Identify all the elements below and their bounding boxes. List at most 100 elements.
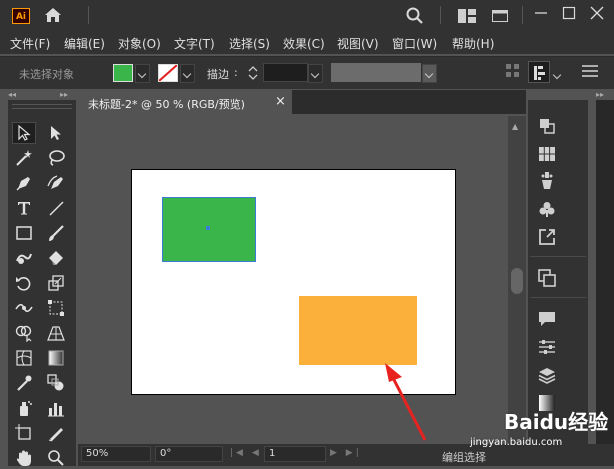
line-segment-tool-icon[interactable]: [44, 197, 68, 219]
stroke-label: 描边: [207, 68, 229, 81]
current-tool-status: 编组选择: [442, 451, 486, 464]
magic-wand-tool-icon[interactable]: [12, 147, 36, 169]
blend-tool-icon[interactable]: [44, 372, 68, 394]
dock-separator: [530, 297, 586, 298]
eraser-tool-icon[interactable]: [44, 247, 68, 269]
title-separator: [522, 6, 523, 24]
panel-menu-icon[interactable]: [582, 64, 598, 81]
scroll-up-icon[interactable]: ▲: [512, 122, 518, 131]
pathfinder-panel-icon[interactable]: [536, 115, 558, 137]
paintbrush-tool-icon[interactable]: [44, 222, 68, 244]
close-icon[interactable]: [590, 6, 604, 23]
selection-tool-icon[interactable]: [12, 122, 36, 144]
perspective-grid-tool-icon[interactable]: [44, 322, 68, 344]
profile-dropdown[interactable]: [422, 64, 437, 83]
stroke-weight-dropdown[interactable]: [308, 64, 323, 83]
green-rectangle[interactable]: [163, 198, 255, 261]
artboard-nav-next-last[interactable]: ▶ ▶|: [330, 448, 362, 458]
align-grid-icon[interactable]: [506, 64, 520, 81]
menu-effect[interactable]: 效果(C): [283, 35, 325, 52]
menu-bar: 文件(F) 编辑(E) 对象(O) 文字(T) 选择(S) 效果(C) 视图(V…: [0, 30, 614, 54]
dock-separator: [530, 256, 586, 257]
transform-panel-icon[interactable]: [528, 61, 550, 83]
export-panel-icon[interactable]: [536, 226, 558, 248]
rotate-tool-icon[interactable]: [12, 272, 36, 294]
app-logo: Ai: [12, 8, 30, 24]
title-separator: [440, 6, 441, 24]
menu-select[interactable]: 选择(S): [229, 35, 270, 52]
rectangle-tool-icon[interactable]: [12, 222, 36, 244]
dock-collapse-icon[interactable]: ▸▸: [596, 90, 604, 99]
toolbar-collapse-icon[interactable]: ◂◂: [8, 90, 16, 99]
gradient-tool-icon[interactable]: [44, 347, 68, 369]
type-tool-icon[interactable]: [12, 197, 36, 219]
artboard-tool-icon[interactable]: [12, 422, 36, 444]
stroke-weight-stepper-icon[interactable]: [246, 63, 260, 86]
pen-tool-icon[interactable]: [12, 172, 36, 194]
toolbar-grip: [12, 104, 72, 109]
fill-dropdown[interactable]: [135, 64, 150, 83]
tools-panel: [8, 100, 76, 466]
zoom-field[interactable]: 50%: [81, 446, 151, 462]
brushes-panel-icon[interactable]: [536, 170, 558, 192]
search-icon[interactable]: [406, 7, 424, 28]
title-bar: Ai: [0, 0, 614, 30]
eyedropper-tool-icon[interactable]: [12, 372, 36, 394]
stroke-colon: :: [234, 66, 238, 79]
home-icon[interactable]: [44, 7, 62, 26]
artboard-number: 1: [269, 448, 276, 459]
layers-panel-icon[interactable]: [536, 364, 558, 386]
rotation-field[interactable]: 0°: [155, 446, 223, 462]
symbol-sprayer-tool-icon[interactable]: [12, 397, 36, 419]
slice-tool-icon[interactable]: [44, 422, 68, 444]
artboards-panel-icon[interactable]: [536, 267, 558, 289]
document-tab[interactable]: 未标题-2* @ 50 % (RGB/预览) ×: [78, 90, 292, 116]
center-point: [206, 226, 210, 230]
shaper-tool-icon[interactable]: [12, 247, 36, 269]
menu-window[interactable]: 窗口(W): [392, 35, 437, 52]
maximize-icon[interactable]: [562, 6, 576, 23]
document-tab-bar: 未标题-2* @ 50 % (RGB/预览) ×: [78, 90, 526, 116]
selection-status: 未选择对象: [19, 68, 74, 81]
workspace-layout-icon[interactable]: [458, 9, 476, 26]
menu-help[interactable]: 帮助(H): [452, 35, 494, 52]
properties-panel-icon[interactable]: [536, 336, 558, 358]
menu-file[interactable]: 文件(F): [10, 35, 50, 52]
menu-edit[interactable]: 编辑(E): [64, 35, 105, 52]
zoom-value: 50%: [86, 448, 109, 459]
watermark-brand: Baidu经验: [504, 410, 609, 434]
watermark-url: jingyan.baidu.com: [470, 437, 563, 448]
column-graph-tool-icon[interactable]: [44, 397, 68, 419]
shape-builder-tool-icon[interactable]: [12, 322, 36, 344]
stroke-weight-input[interactable]: [263, 63, 308, 82]
symbols-panel-icon[interactable]: [536, 198, 558, 220]
transform-dropdown[interactable]: [551, 66, 564, 83]
swatches-panel-icon[interactable]: [536, 143, 558, 165]
vertical-scroll-thumb[interactable]: [511, 268, 523, 294]
orange-rectangle[interactable]: [299, 296, 417, 365]
document-tab-title: 未标题-2* @ 50 % (RGB/预览): [88, 98, 245, 111]
menu-type[interactable]: 文字(T): [174, 35, 215, 52]
artboard-nav-first-prev[interactable]: |◀ ◀: [230, 448, 262, 458]
scale-tool-icon[interactable]: [44, 272, 68, 294]
direct-selection-tool-icon[interactable]: [44, 122, 68, 144]
artboard-number-field[interactable]: 1: [264, 446, 326, 462]
stroke-dropdown[interactable]: [180, 64, 195, 83]
baidu-watermark: Baidu经验: [468, 400, 614, 440]
comments-panel-icon[interactable]: [536, 308, 558, 330]
arrange-documents-icon[interactable]: [492, 10, 508, 25]
stroke-color-swatch[interactable]: [158, 64, 178, 82]
free-transform-tool-icon[interactable]: [44, 297, 68, 319]
toolbar-collapse-icon[interactable]: ▸▸: [60, 90, 68, 99]
lasso-tool-icon[interactable]: [44, 147, 68, 169]
right-dock-scrollbar[interactable]: [596, 100, 614, 444]
curvature-tool-icon[interactable]: [44, 172, 68, 194]
mesh-tool-icon[interactable]: [12, 347, 36, 369]
menu-object[interactable]: 对象(O): [118, 35, 161, 52]
close-tab-icon[interactable]: ×: [275, 94, 286, 109]
menu-view[interactable]: 视图(V): [337, 35, 379, 52]
variable-width-profile[interactable]: [331, 63, 421, 82]
fill-color-swatch[interactable]: [113, 64, 133, 82]
width-tool-icon[interactable]: [12, 297, 36, 319]
minimize-icon[interactable]: [534, 6, 548, 23]
